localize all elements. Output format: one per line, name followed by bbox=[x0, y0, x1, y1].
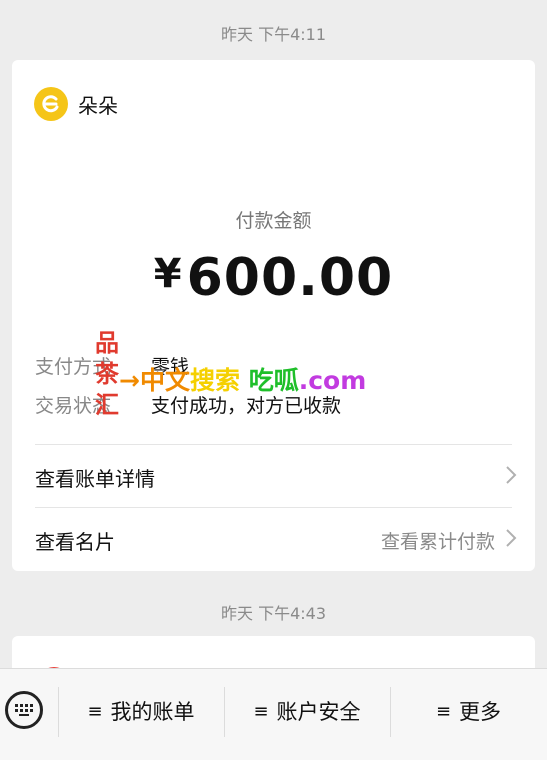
payment-notification-card[interactable]: 朵朵 付款金额 ¥600.00 支付方式 零钱 交易状态 支付成功，对方已收款 … bbox=[12, 60, 535, 571]
detail-key: 交易状态 bbox=[35, 395, 112, 417]
link-label: 查看账单详情 bbox=[35, 466, 155, 491]
chevron-right-icon bbox=[505, 465, 517, 490]
amount-label: 付款金额 bbox=[235, 210, 312, 232]
menu-my-bills[interactable]: ≡ 我的账单 bbox=[58, 695, 224, 727]
menu-more[interactable]: ≡ 更多 bbox=[390, 695, 547, 727]
cumulative-payment-hint: 查看累计付款 bbox=[380, 530, 495, 553]
payment-method-row: 支付方式 零钱 bbox=[35, 352, 189, 379]
bottom-menu-bar: ≡ 我的账单 ≡ 账户安全 ≡ 更多 bbox=[0, 668, 547, 760]
detail-key: 支付方式 bbox=[35, 356, 112, 378]
chat-screen: 昨天 下午4:11 朵朵 付款金额 ¥600.00 支付方式 零钱 交易状态 支… bbox=[0, 0, 547, 760]
sender-name: 朵朵 bbox=[78, 93, 118, 118]
divider bbox=[35, 444, 512, 445]
sender-header: 朵朵 bbox=[34, 87, 118, 121]
keyboard-toggle-button[interactable] bbox=[5, 691, 43, 729]
menu-icon: ≡ bbox=[435, 700, 452, 722]
message-timestamp: 昨天 下午4:43 bbox=[220, 604, 327, 623]
view-bill-details-link[interactable]: 查看账单详情 bbox=[35, 446, 517, 508]
sender-avatar-icon bbox=[34, 87, 68, 121]
view-business-card-link[interactable]: 查看名片 查看累计付款 bbox=[35, 509, 517, 571]
menu-icon: ≡ bbox=[87, 700, 103, 722]
divider bbox=[35, 507, 512, 508]
menu-icon: ≡ bbox=[253, 700, 269, 722]
link-label: 查看名片 bbox=[35, 529, 115, 554]
payment-amount: ¥600.00 bbox=[12, 248, 535, 308]
currency-symbol: ¥ bbox=[153, 251, 183, 297]
menu-account-security[interactable]: ≡ 账户安全 bbox=[224, 695, 390, 727]
detail-value: 零钱 bbox=[151, 356, 190, 378]
message-timestamp: 昨天 下午4:11 bbox=[220, 25, 327, 44]
transaction-status-row: 交易状态 支付成功，对方已收款 bbox=[35, 391, 341, 418]
keyboard-icon bbox=[15, 704, 33, 716]
chevron-right-icon bbox=[505, 528, 517, 553]
detail-value: 支付成功，对方已收款 bbox=[151, 395, 342, 417]
watermark: 品 茶 汇 →中文搜索 吃呱.com bbox=[95, 328, 415, 438]
amount-value: 600.00 bbox=[186, 248, 394, 308]
